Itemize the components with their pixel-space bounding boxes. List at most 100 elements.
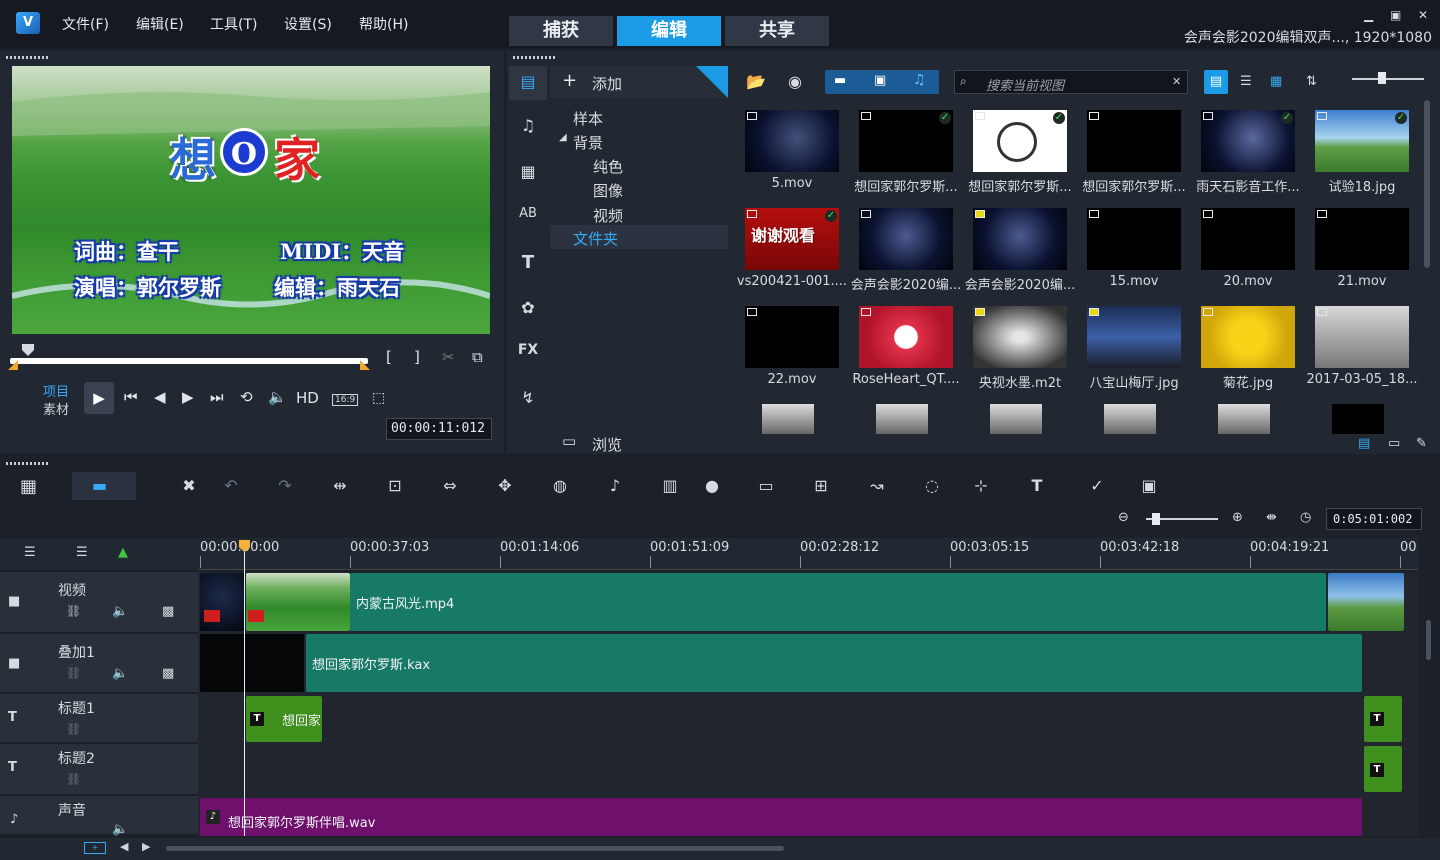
library-item[interactable]: 5.mov — [735, 104, 849, 202]
go-end-icon[interactable]: ⏭ — [210, 388, 224, 406]
record-capture-icon[interactable]: ◉ — [788, 72, 802, 91]
library-item[interactable]: 八宝山梅厅.jpg — [1077, 300, 1191, 398]
play-button[interactable]: ▶ — [84, 382, 114, 414]
browse-button[interactable]: 浏览 — [592, 434, 622, 455]
mode-project[interactable]: 项目 — [43, 381, 69, 400]
title2-link-icon[interactable]: ⛓ — [66, 772, 81, 786]
library-thumbnail-partial[interactable] — [762, 404, 814, 434]
tree-video[interactable]: 视频 — [593, 205, 623, 226]
options-panel-icon[interactable]: ▭ — [1388, 436, 1400, 451]
library-thumbnail-partial[interactable] — [876, 404, 928, 434]
add-folder-button[interactable]: 添加 — [592, 73, 622, 94]
menu-edit[interactable]: 编辑(E) — [136, 14, 184, 34]
ripple-edit-icon[interactable]: ▩ — [162, 604, 174, 619]
filter-video-icon[interactable]: ▬ — [834, 73, 846, 88]
timecode-display[interactable]: 00:00:11:012 — [386, 418, 492, 440]
library-item[interactable]: 2017-03-05_18... — [1305, 300, 1419, 398]
library-thumbnail-partial[interactable] — [1218, 404, 1270, 434]
title1-link-icon[interactable]: ⛓ — [66, 722, 81, 736]
tree-image[interactable]: 图像 — [593, 180, 623, 201]
playhead[interactable] — [244, 542, 245, 836]
scroll-right-icon[interactable]: ▶ — [142, 840, 150, 853]
instant-project-icon[interactable]: ♫ — [514, 116, 542, 140]
tree-backgrounds[interactable]: 背景 — [573, 132, 603, 153]
next-frame-icon[interactable]: ▶ — [182, 388, 194, 406]
aspect-ratio-button[interactable]: 16:9 — [332, 394, 359, 406]
tab-share[interactable]: 共享 — [725, 16, 829, 46]
fit-icon[interactable]: ⊡ — [384, 476, 406, 498]
tracking-icon[interactable]: ⊹ — [970, 476, 992, 498]
fit-project-icon[interactable]: ⇼ — [1266, 510, 1277, 525]
media-library-icon[interactable]: ▤ — [514, 72, 542, 96]
library-item[interactable]: 会声会影2020编... — [849, 202, 963, 300]
audio-volume-icon[interactable]: 🔈 — [112, 822, 128, 837]
multicam-icon[interactable]: ▥ — [659, 476, 681, 498]
search-clear-icon[interactable]: ✕ — [1172, 75, 1181, 88]
link-icon[interactable]: ⛓ — [66, 604, 81, 618]
motion-icon[interactable]: ↝ — [866, 476, 888, 498]
add-icon[interactable]: + — [562, 70, 577, 91]
mark-in-icon[interactable]: [ — [386, 348, 392, 366]
fx-icon[interactable]: FX — [514, 342, 542, 366]
move-icon[interactable]: ✥ — [494, 476, 516, 498]
menu-file[interactable]: 文件(F) — [62, 14, 109, 34]
library-scrollbar[interactable] — [1424, 100, 1430, 268]
hd-toggle[interactable]: HD — [296, 389, 319, 407]
library-item[interactable]: 谢谢观看 ✓ vs200421-001.... — [735, 202, 849, 300]
zoom-slider-handle[interactable] — [1152, 513, 1160, 525]
track-manager-icon[interactable]: ☰ — [24, 545, 36, 560]
library-item[interactable]: 22.mov — [735, 300, 849, 398]
storyboard-view-icon[interactable]: ▦ — [20, 476, 37, 497]
overlay-ripple-icon[interactable]: ▩ — [162, 666, 174, 681]
library-thumbnail-partial[interactable] — [1332, 404, 1384, 434]
tree-folder[interactable]: 文件夹 — [573, 228, 618, 249]
go-start-icon[interactable]: ⏮ — [124, 388, 138, 406]
library-item[interactable]: 20.mov — [1191, 202, 1305, 300]
restore-button[interactable]: ▣ — [1390, 8, 1401, 22]
title-3d-icon[interactable]: T — [1026, 476, 1048, 498]
timeline-vscroll[interactable] — [1424, 572, 1432, 836]
tree-solid-color[interactable]: 纯色 — [593, 156, 623, 177]
video-clip-end[interactable] — [1328, 573, 1404, 631]
menu-settings[interactable]: 设置(S) — [284, 14, 332, 34]
video-clip-main[interactable] — [350, 573, 1326, 631]
library-grip[interactable] — [513, 56, 555, 59]
overlay-clip-black[interactable] — [200, 634, 304, 692]
ripple-icon[interactable]: ⇹ — [329, 476, 351, 498]
tree-samples[interactable]: 样本 — [573, 108, 603, 129]
repeat-icon[interactable]: ⟲ — [240, 388, 253, 406]
library-item[interactable]: ✓ 雨天石影音工作... — [1191, 104, 1305, 202]
timeline-grip[interactable] — [6, 462, 48, 465]
enlarge-preview-icon[interactable]: ⧉ — [472, 348, 483, 366]
video-clip-thumb[interactable] — [246, 573, 350, 631]
overlay-link-icon[interactable]: ⛓ — [66, 666, 81, 680]
timeline-vscroll-thumb[interactable] — [1426, 620, 1431, 660]
zoom-out-icon[interactable]: ⊖ — [1118, 510, 1129, 525]
title-icon[interactable]: T — [514, 252, 542, 276]
grid-view-icon[interactable]: ▦ — [1270, 74, 1282, 89]
overlay-volume-icon[interactable]: 🔈 — [112, 666, 128, 681]
scroll-mode-icon[interactable]: + — [84, 842, 106, 854]
library-item[interactable]: ✓ 试验18.jpg — [1305, 104, 1419, 202]
filter-audio-icon[interactable]: ♫ — [913, 72, 926, 88]
import-media-icon[interactable]: 📂 — [746, 72, 766, 91]
redo-icon[interactable]: ↷ — [274, 476, 296, 498]
timeline-hscroll-thumb[interactable] — [166, 846, 784, 851]
library-item[interactable]: 菊花.jpg — [1191, 300, 1305, 398]
track-volume-icon[interactable]: 🔈 — [112, 604, 128, 619]
list-view-icon[interactable]: ☰ — [1240, 74, 1252, 89]
library-thumbnail-partial[interactable] — [990, 404, 1042, 434]
library-item[interactable]: 21.mov — [1305, 202, 1419, 300]
scroll-left-icon[interactable]: ◀ — [120, 840, 128, 853]
menu-tools[interactable]: 工具(T) — [210, 14, 257, 34]
library-item[interactable]: ✓ 想回家郭尔罗斯... — [849, 104, 963, 202]
mode-clip[interactable]: 素材 — [43, 399, 69, 418]
stop-motion-icon[interactable]: ▣ — [1138, 476, 1160, 498]
graphics-icon[interactable]: ✿ — [514, 298, 542, 322]
library-item[interactable]: 想回家郭尔罗斯... — [1077, 104, 1191, 202]
video-clip-intro[interactable] — [200, 573, 244, 631]
prev-frame-icon[interactable]: ◀ — [154, 388, 166, 406]
add-track-icon[interactable]: ☰ — [76, 545, 88, 560]
library-item[interactable]: 15.mov — [1077, 202, 1191, 300]
tree-expand-icon[interactable]: ◢ — [559, 132, 567, 143]
